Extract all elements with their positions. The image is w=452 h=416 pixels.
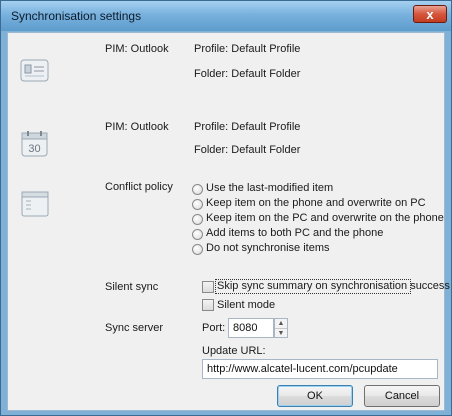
tasks-window-icon (20, 190, 50, 217)
calendar-icon: 30 (20, 129, 50, 157)
settings-dialog: Synchronisation settings x PIM: Outlook … (0, 0, 452, 416)
pim-label-calendar: PIM: Outlook (105, 121, 169, 133)
update-url-label: Update URL: (202, 345, 266, 357)
option-label-last-modified[interactable]: Use the last-modified item (206, 182, 333, 194)
dialog-body: PIM: Outlook Profile: Default Profile Fo… (7, 32, 450, 411)
radio-keep-phone[interactable] (192, 199, 203, 210)
conflict-policy-label: Conflict policy (105, 181, 173, 193)
profile-label-contacts: Profile: Default Profile (194, 43, 301, 55)
skip-summary-checkbox[interactable] (202, 281, 214, 293)
silent-mode-label[interactable]: Silent mode (217, 299, 275, 311)
pim-label-contacts: PIM: Outlook (105, 43, 169, 55)
folder-label-contacts: Folder: Default Folder (194, 68, 301, 80)
update-url-input[interactable]: http://www.alcatel-lucent.com/pcupdate (202, 359, 438, 379)
option-label-add-both[interactable]: Add items to both PC and the phone (206, 227, 383, 239)
calendar-day-number: 30 (28, 143, 40, 155)
close-icon: x (426, 7, 434, 22)
cancel-button[interactable]: Cancel (364, 385, 440, 407)
folder-label-calendar: Folder: Default Folder (194, 144, 301, 156)
radio-do-not-sync[interactable] (192, 244, 203, 255)
profile-label-calendar: Profile: Default Profile (194, 121, 301, 133)
port-label: Port: (202, 322, 226, 334)
option-label-do-not-sync[interactable]: Do not synchronise items (206, 242, 330, 254)
ok-button[interactable]: OK (277, 385, 353, 407)
window-title: Synchronisation settings (11, 9, 142, 23)
spin-up-icon[interactable]: ▲ (275, 319, 287, 329)
option-label-keep-pc[interactable]: Keep item on the PC and overwrite on the… (206, 212, 444, 224)
close-button[interactable]: x (413, 5, 447, 23)
radio-last-modified[interactable] (192, 184, 203, 195)
option-label-keep-phone[interactable]: Keep item on the phone and overwrite on … (206, 197, 426, 209)
port-spinner[interactable]: ▲ ▼ (274, 318, 288, 338)
radio-keep-pc[interactable] (192, 214, 203, 225)
silent-mode-checkbox[interactable] (202, 299, 214, 311)
skip-summary-label[interactable]: Skip sync summary on synchronisation suc… (217, 280, 450, 292)
contacts-card-icon (20, 58, 50, 84)
sync-server-label: Sync server (105, 322, 164, 334)
title-bar[interactable]: Synchronisation settings x (1, 1, 451, 31)
silent-sync-label: Silent sync (105, 281, 159, 293)
spin-down-icon[interactable]: ▼ (275, 329, 287, 338)
radio-add-both[interactable] (192, 229, 203, 240)
port-input[interactable]: 8080 (228, 318, 274, 338)
